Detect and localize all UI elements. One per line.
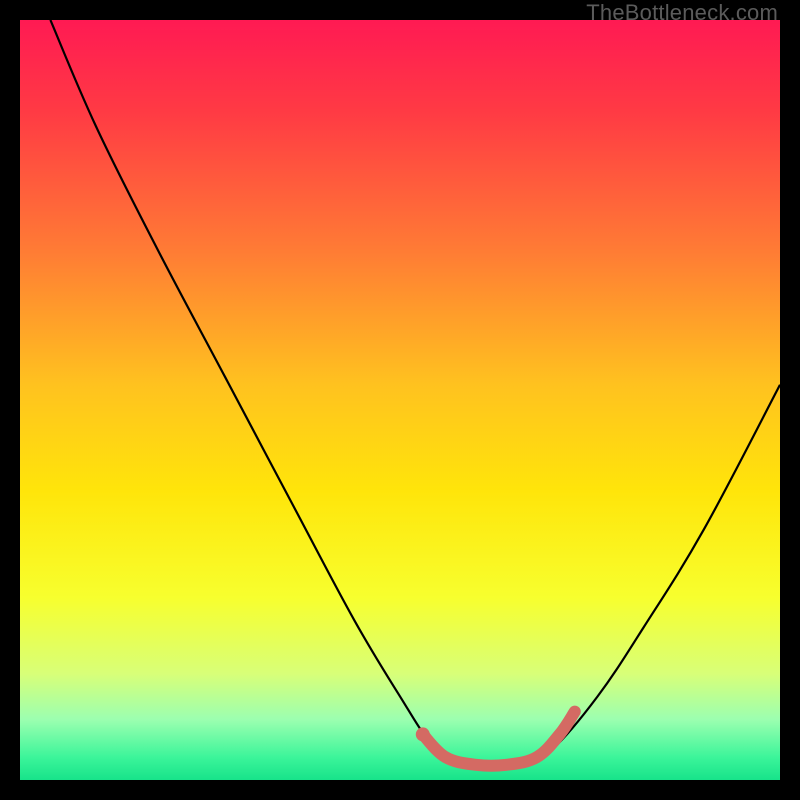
bottleneck-chart (20, 20, 780, 780)
highlight-dot (416, 727, 430, 741)
gradient-background (20, 20, 780, 780)
watermark-text: TheBottleneck.com (586, 0, 778, 26)
